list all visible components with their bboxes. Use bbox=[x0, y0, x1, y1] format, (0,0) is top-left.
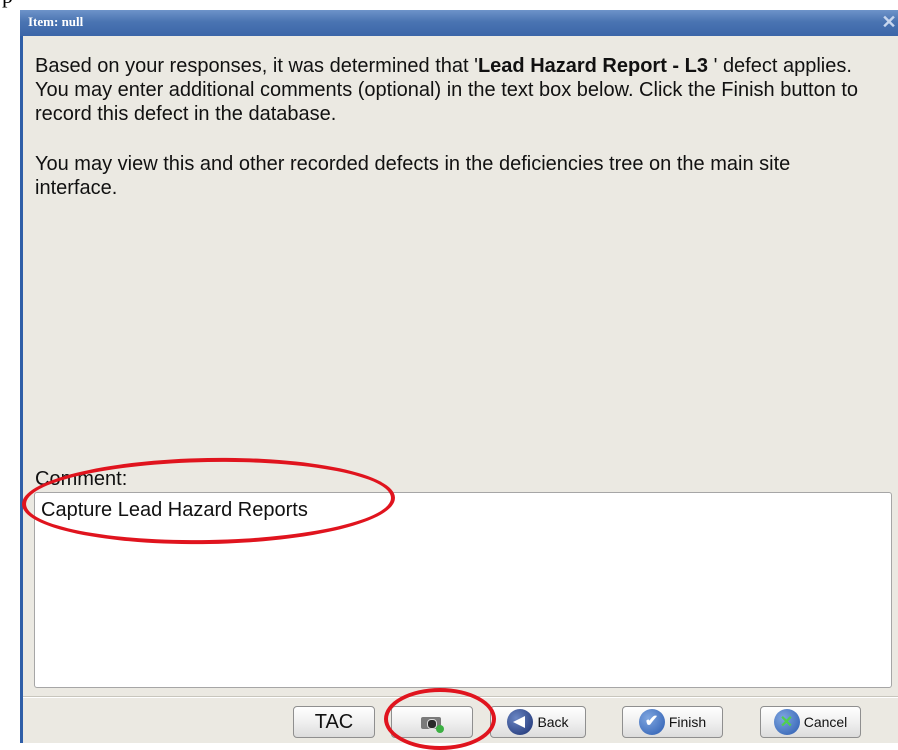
cancel-button-label: Cancel bbox=[803, 714, 848, 730]
back-button[interactable]: Back bbox=[490, 706, 586, 738]
window-title: Item: null bbox=[28, 14, 84, 29]
close-icon[interactable]: ✕ bbox=[880, 12, 898, 32]
camera-icon bbox=[421, 714, 444, 733]
checkmark-icon bbox=[638, 709, 665, 735]
camera-button[interactable] bbox=[391, 706, 473, 738]
cancel-x-icon bbox=[773, 709, 800, 735]
comment-textarea[interactable]: Capture Lead Hazard Reports bbox=[34, 492, 892, 688]
tac-button[interactable]: TAC bbox=[293, 706, 375, 738]
back-arrow-icon bbox=[507, 709, 534, 735]
title-bar: Item: null ✕ bbox=[20, 10, 898, 36]
finish-button-label: Finish bbox=[668, 714, 707, 730]
message-paragraph-1: Based on your responses, it was determin… bbox=[35, 54, 875, 126]
comment-label: Comment: bbox=[35, 468, 128, 490]
top-cropped-text: p bbox=[0, 0, 22, 10]
dialog-body: Based on your responses, it was determin… bbox=[23, 36, 898, 743]
message-prefix: Based on your responses, it was determin… bbox=[35, 55, 478, 77]
cancel-button[interactable]: Cancel bbox=[760, 706, 861, 738]
defect-name: Lead Hazard Report - L3 bbox=[477, 55, 714, 77]
divider-highlight bbox=[23, 697, 898, 698]
comment-value: Capture Lead Hazard Reports bbox=[41, 499, 308, 521]
message-text: Based on your responses, it was determin… bbox=[35, 54, 875, 226]
back-button-label: Back bbox=[537, 714, 569, 730]
tac-button-label: TAC bbox=[314, 710, 354, 733]
finish-button[interactable]: Finish bbox=[622, 706, 723, 738]
message-paragraph-2: You may view this and other recorded def… bbox=[35, 153, 791, 199]
